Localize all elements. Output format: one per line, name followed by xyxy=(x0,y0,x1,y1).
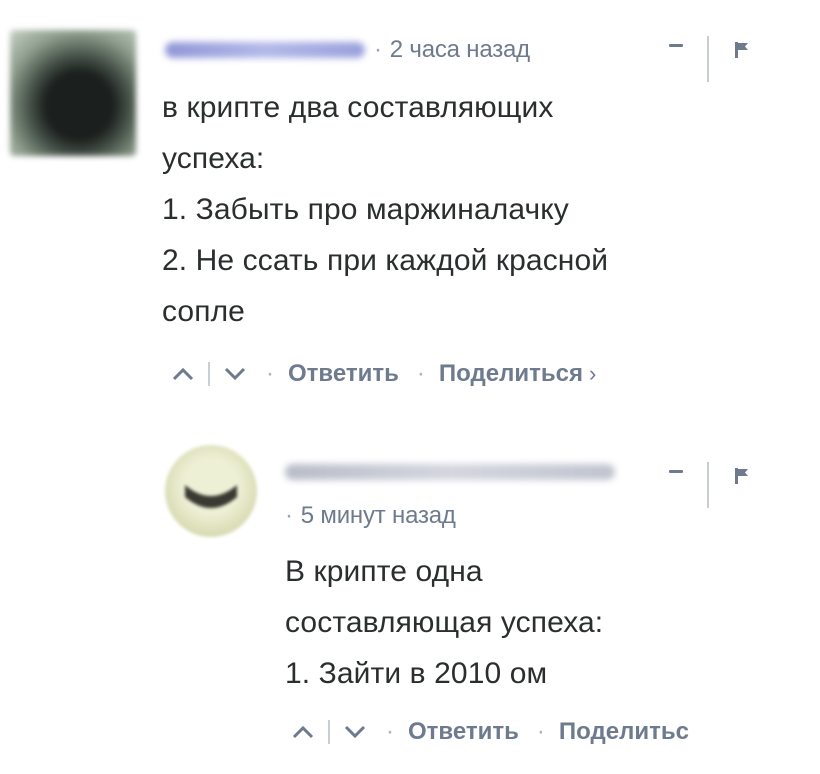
meta-separator-dot: · xyxy=(374,36,382,63)
action-separator-dot: · xyxy=(416,360,425,387)
author-name-blurred[interactable] xyxy=(285,464,615,480)
comment-actions: · Ответить · Поделиться › xyxy=(170,360,596,388)
comment-text-line: 1. Забыть про маржиналачку xyxy=(162,193,569,226)
share-button[interactable]: Поделитьс xyxy=(559,718,689,746)
collapse-icon[interactable] xyxy=(669,44,683,47)
reply-body: В крипте одна составляющая успеха: 1. За… xyxy=(285,546,603,699)
comment-timestamp[interactable]: · 2 часа назад xyxy=(374,36,530,64)
reply-button[interactable]: Ответить xyxy=(288,360,399,388)
downvote-icon[interactable] xyxy=(222,361,248,387)
share-chevron-icon: › xyxy=(588,361,597,386)
downvote-icon[interactable] xyxy=(342,719,368,745)
upvote-icon[interactable] xyxy=(170,361,196,387)
flag-icon[interactable] xyxy=(735,468,749,484)
comment-actions: · Ответить · Поделитьс xyxy=(290,718,689,746)
flag-icon[interactable] xyxy=(735,42,749,58)
action-separator-dot: · xyxy=(536,718,545,745)
comment-thread: · 2 часа назад в криптe два составляющих … xyxy=(0,0,820,774)
comment-text-line: составляющая успеха: xyxy=(285,606,604,639)
share-button[interactable]: Поделиться xyxy=(439,360,583,388)
vote-divider xyxy=(208,362,210,386)
collapse-icon[interactable] xyxy=(669,470,683,473)
action-separator-dot: · xyxy=(266,360,274,387)
upvote-icon[interactable] xyxy=(290,719,316,745)
comment-text-line: 1. Зайти в 2010 ом xyxy=(285,657,548,690)
avatar[interactable] xyxy=(165,445,257,537)
comment-text-line: в криптe два составляющих xyxy=(162,91,554,124)
comment-text-line: успеха: xyxy=(162,142,265,175)
comment-body: в криптe два составляющих успеха: 1. Заб… xyxy=(162,82,608,337)
vote-divider xyxy=(328,720,330,744)
header-divider xyxy=(707,462,709,508)
author-name-blurred[interactable] xyxy=(165,42,365,58)
comment-text-line: 2. Не ссать при каждой красной xyxy=(162,244,609,277)
comment-text-line: сопле xyxy=(162,295,245,328)
comment-timestamp[interactable]: · 5 минут назад xyxy=(285,502,456,530)
avatar[interactable] xyxy=(10,30,136,156)
meta-separator-dot: · xyxy=(285,502,293,529)
comment-text-line: В крипте одна xyxy=(285,555,483,588)
action-separator-dot: · xyxy=(386,718,394,745)
header-divider xyxy=(707,36,709,82)
reply-button[interactable]: Ответить xyxy=(408,718,519,746)
